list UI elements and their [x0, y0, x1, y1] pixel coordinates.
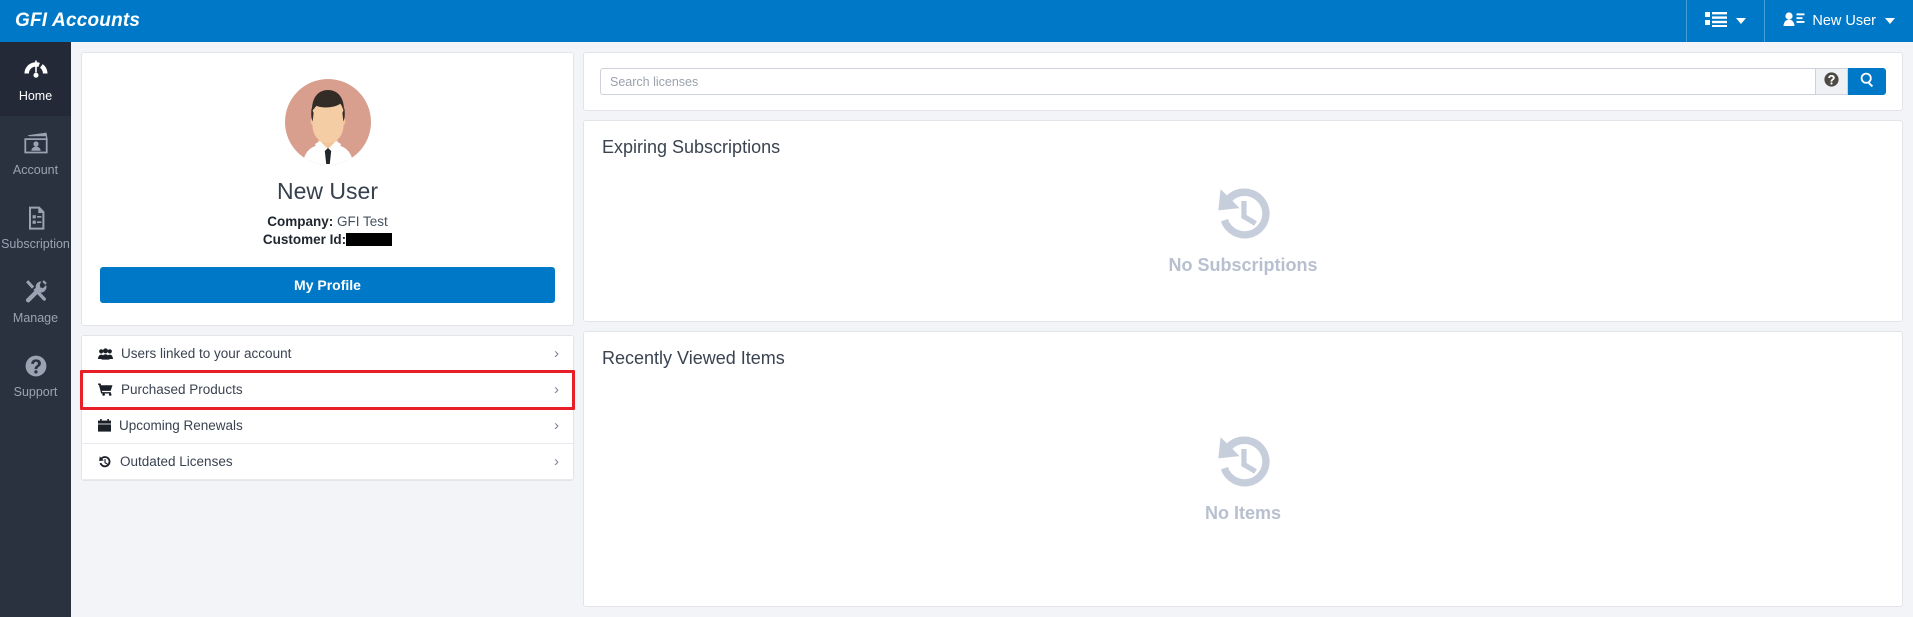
search-input[interactable] [600, 68, 1815, 95]
chevron-right-icon: › [554, 381, 559, 399]
chevron-down-icon [1736, 18, 1747, 24]
empty-state-recent-items: No Items [602, 365, 1884, 588]
profile-customer-id-row: Customer Id: [100, 231, 555, 249]
profile-card: New User Company: GFI Test Customer Id: … [81, 52, 574, 327]
list-item-label: Users linked to your account [121, 346, 292, 362]
list-item-upcoming-renewals[interactable]: Upcoming Renewals › [82, 408, 573, 445]
sidebar-item-label: Manage [12, 310, 59, 325]
left-sidebar-nav: Home Account Subscription Manage Support [0, 42, 71, 617]
sidebar-item-label: Home [18, 88, 53, 103]
calendar-icon [98, 419, 111, 433]
magnifier-icon [1860, 72, 1875, 92]
history-clock-icon [1212, 430, 1274, 497]
sidebar-item-subscription[interactable]: Subscription [0, 190, 71, 264]
question-circle-icon [21, 352, 51, 382]
list-item-label: Upcoming Renewals [119, 418, 243, 434]
tools-wrench-icon [21, 278, 51, 308]
profile-name: New User [277, 178, 378, 204]
search-licenses-card [583, 52, 1903, 111]
topbar-user-menu-button[interactable]: New User [1764, 0, 1913, 42]
company-label: Company: [267, 214, 334, 229]
sidebar-item-label: Subscription [1, 236, 70, 251]
shopping-cart-icon [98, 383, 113, 397]
customer-id-label: Customer Id: [262, 232, 347, 248]
topbar-list-menu-button[interactable] [1686, 0, 1764, 42]
document-list-icon [21, 204, 51, 234]
chevron-down-icon [1885, 18, 1895, 24]
sidebar-item-label: Support [13, 384, 58, 399]
chevron-right-icon: › [554, 417, 559, 435]
user-card-icon [1783, 11, 1805, 31]
history-clock-icon [98, 455, 112, 468]
list-item-label: Outdated Licenses [120, 454, 233, 470]
right-column: Expiring Subscriptions No Subscriptions … [583, 52, 1903, 607]
list-item-purchased-products[interactable]: Purchased Products › [82, 372, 573, 409]
top-header-bar: GFI Accounts New User [0, 0, 1913, 42]
user-avatar-illustration [284, 79, 371, 165]
sidebar-item-home[interactable]: Home [0, 42, 71, 116]
topbar-username-label: New User [1812, 13, 1876, 29]
search-help-button[interactable] [1815, 68, 1848, 95]
main-content-area: New User Company: GFI Test Customer Id: … [71, 42, 1913, 617]
dashboard-gauge-icon [21, 56, 51, 86]
question-circle-icon [1824, 71, 1839, 92]
sidebar-item-manage[interactable]: Manage [0, 264, 71, 338]
search-bar [600, 68, 1886, 95]
sidebar-item-support[interactable]: Support [0, 338, 71, 412]
recently-viewed-items-panel: Recently Viewed Items No Items [583, 331, 1903, 607]
profile-meta: Company: GFI Test Customer Id: [100, 213, 555, 249]
company-value: GFI Test [337, 214, 388, 229]
list-item-label: Purchased Products [121, 382, 243, 398]
list-menu-icon [1705, 11, 1728, 31]
topbar-actions: New User [1686, 0, 1913, 42]
expiring-subscriptions-panel: Expiring Subscriptions No Subscriptions [583, 120, 1903, 322]
quick-links-card: Users linked to your account › Purchased… [80, 335, 575, 482]
empty-state-subscriptions: No Subscriptions [602, 154, 1884, 303]
empty-state-label: No Subscriptions [1168, 254, 1318, 275]
customer-id-redaction-bar [346, 233, 393, 247]
history-clock-icon [1212, 182, 1274, 249]
empty-state-label: No Items [1204, 502, 1282, 523]
sidebar-item-account[interactable]: Account [0, 116, 71, 190]
sidebar-item-label: Account [12, 162, 59, 177]
id-card-icon [21, 130, 51, 160]
list-item-outdated-licenses[interactable]: Outdated Licenses › [82, 444, 573, 481]
users-group-icon [98, 348, 113, 360]
app-brand-title: GFI Accounts [15, 10, 141, 31]
search-submit-button[interactable] [1848, 68, 1886, 95]
my-profile-button[interactable]: My Profile [100, 267, 555, 304]
left-column: New User Company: GFI Test Customer Id: … [80, 52, 575, 607]
profile-company-row: Company: GFI Test [100, 213, 555, 231]
list-item-users-linked[interactable]: Users linked to your account › [82, 336, 573, 373]
chevron-right-icon: › [554, 345, 559, 363]
chevron-right-icon: › [554, 453, 559, 471]
avatar [100, 78, 555, 166]
